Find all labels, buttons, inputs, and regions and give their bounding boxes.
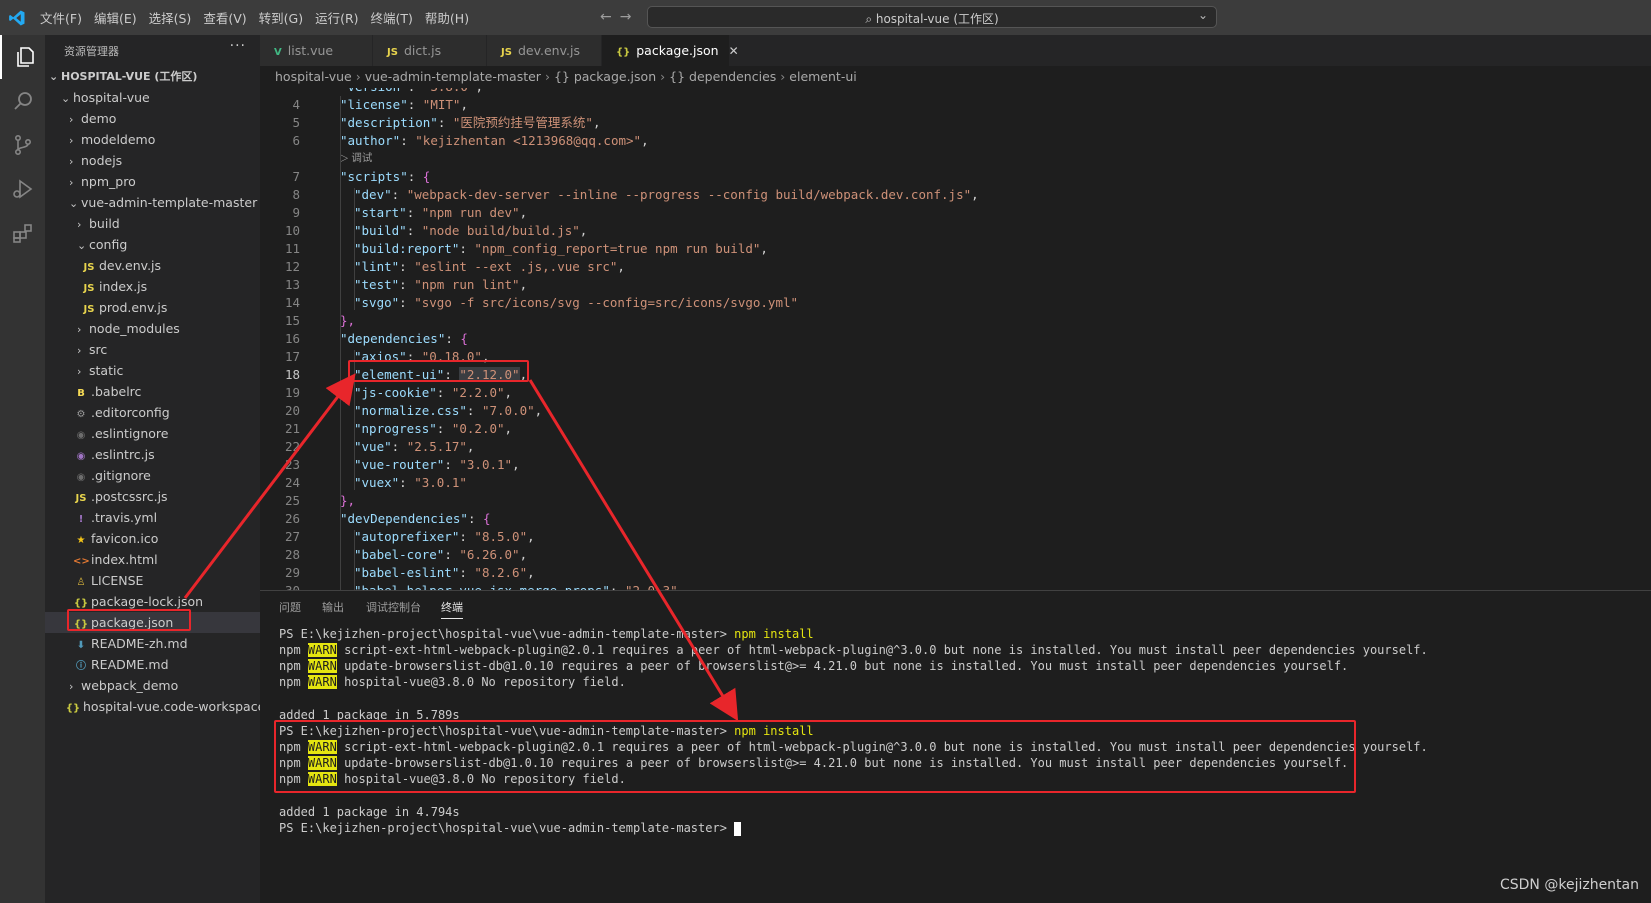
arrow-to-element-ui xyxy=(183,373,356,599)
watermark: CSDN @kejizhentan xyxy=(1499,877,1639,893)
annotation-arrows xyxy=(183,373,739,722)
arrow-to-terminal xyxy=(528,379,739,722)
